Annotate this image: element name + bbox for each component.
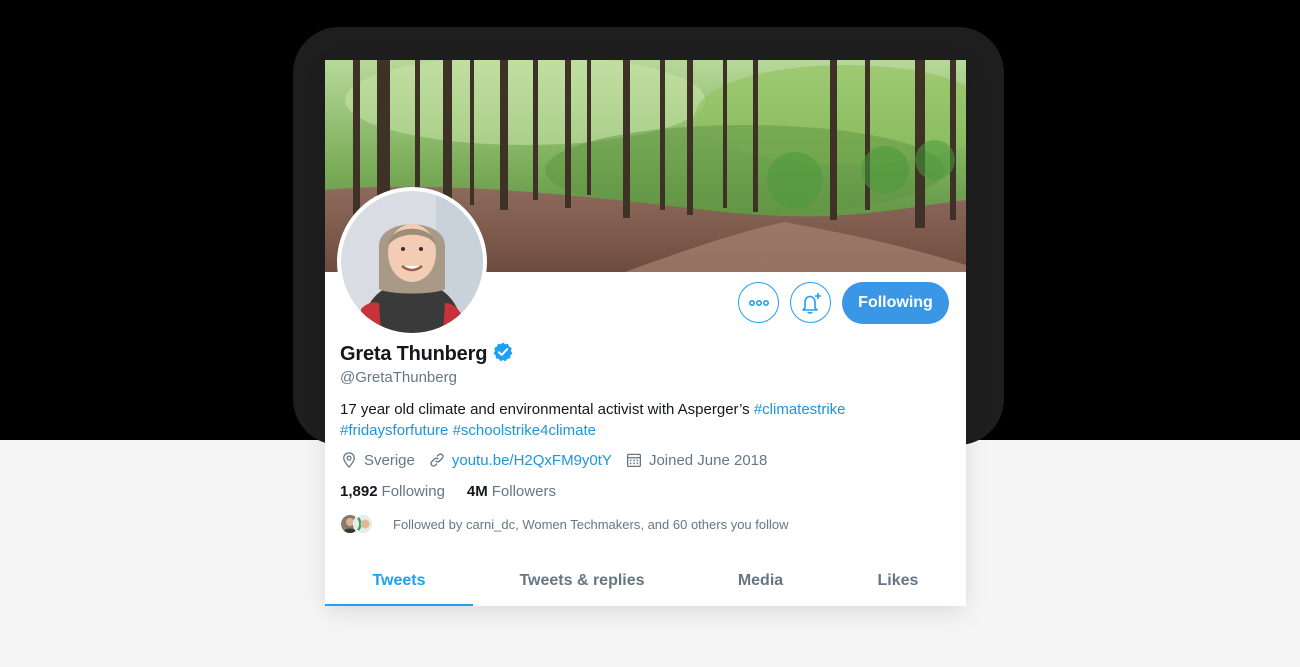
followed-by-row[interactable]: Followed by carni_dc, Women Techmakers, … — [340, 514, 789, 534]
notifications-button[interactable] — [790, 282, 831, 323]
tab-tweets-replies[interactable]: Tweets & replies — [473, 556, 691, 606]
website-item: youtu.be/H2QxFM9y0tY — [428, 451, 612, 469]
following-button[interactable]: Following — [842, 282, 949, 324]
joined-item: Joined June 2018 — [625, 451, 767, 469]
followers-stat[interactable]: 4M Followers — [467, 483, 556, 500]
tab-tweets[interactable]: Tweets — [325, 556, 473, 606]
more-icon — [748, 299, 769, 306]
profile-meta: Sverige youtu.be/H2QxFM9y0tY Joined June… — [340, 451, 780, 469]
hashtag-link[interactable]: #fridaysforfuture — [340, 422, 448, 439]
followers-count: 4M — [466, 483, 488, 500]
verified-badge-icon — [492, 341, 514, 368]
link-icon — [430, 453, 444, 467]
profile-stats: 1,892 Following 4M Followers — [340, 483, 578, 500]
profile-card: Following Greta Thunberg @GretaThunberg … — [325, 60, 966, 606]
location-text: Sverige — [364, 451, 415, 469]
following-count: 1,892 — [340, 483, 378, 500]
following-stat[interactable]: 1,892 Following — [340, 483, 445, 500]
followed-by-text: Followed by carni_dc, Women Techmakers, … — [393, 516, 789, 532]
profile-name: Greta Thunberg — [340, 343, 488, 365]
bell-plus-icon — [801, 292, 821, 314]
followers-label: Followers — [491, 483, 556, 500]
tab-likes[interactable]: Likes — [830, 556, 966, 606]
profile-bio: 17 year old climate and environmental ac… — [340, 399, 950, 441]
website-link[interactable]: youtu.be/H2QxFM9y0tY — [452, 452, 612, 469]
profile-handle: @GretaThunberg — [340, 369, 457, 386]
profile-name-row: Greta Thunberg — [340, 341, 514, 368]
location-item: Sverige — [340, 451, 415, 469]
profile-tabs: Tweets Tweets & replies Media Likes — [325, 556, 966, 606]
profile-avatar[interactable] — [337, 187, 487, 337]
followed-by-avatars — [340, 514, 386, 534]
tab-media[interactable]: Media — [691, 556, 830, 606]
bio-text: 17 year old climate and environmental ac… — [340, 401, 754, 418]
joined-date: Joined June 2018 — [648, 451, 768, 469]
avatar — [353, 514, 373, 534]
location-pin-icon — [343, 452, 355, 469]
hashtag-link[interactable]: #climatestrike — [754, 401, 846, 418]
calendar-icon — [626, 453, 641, 468]
more-options-button[interactable] — [738, 282, 779, 323]
hashtag-link[interactable]: #schoolstrike4climate — [453, 422, 596, 439]
following-label: Following — [381, 483, 445, 500]
